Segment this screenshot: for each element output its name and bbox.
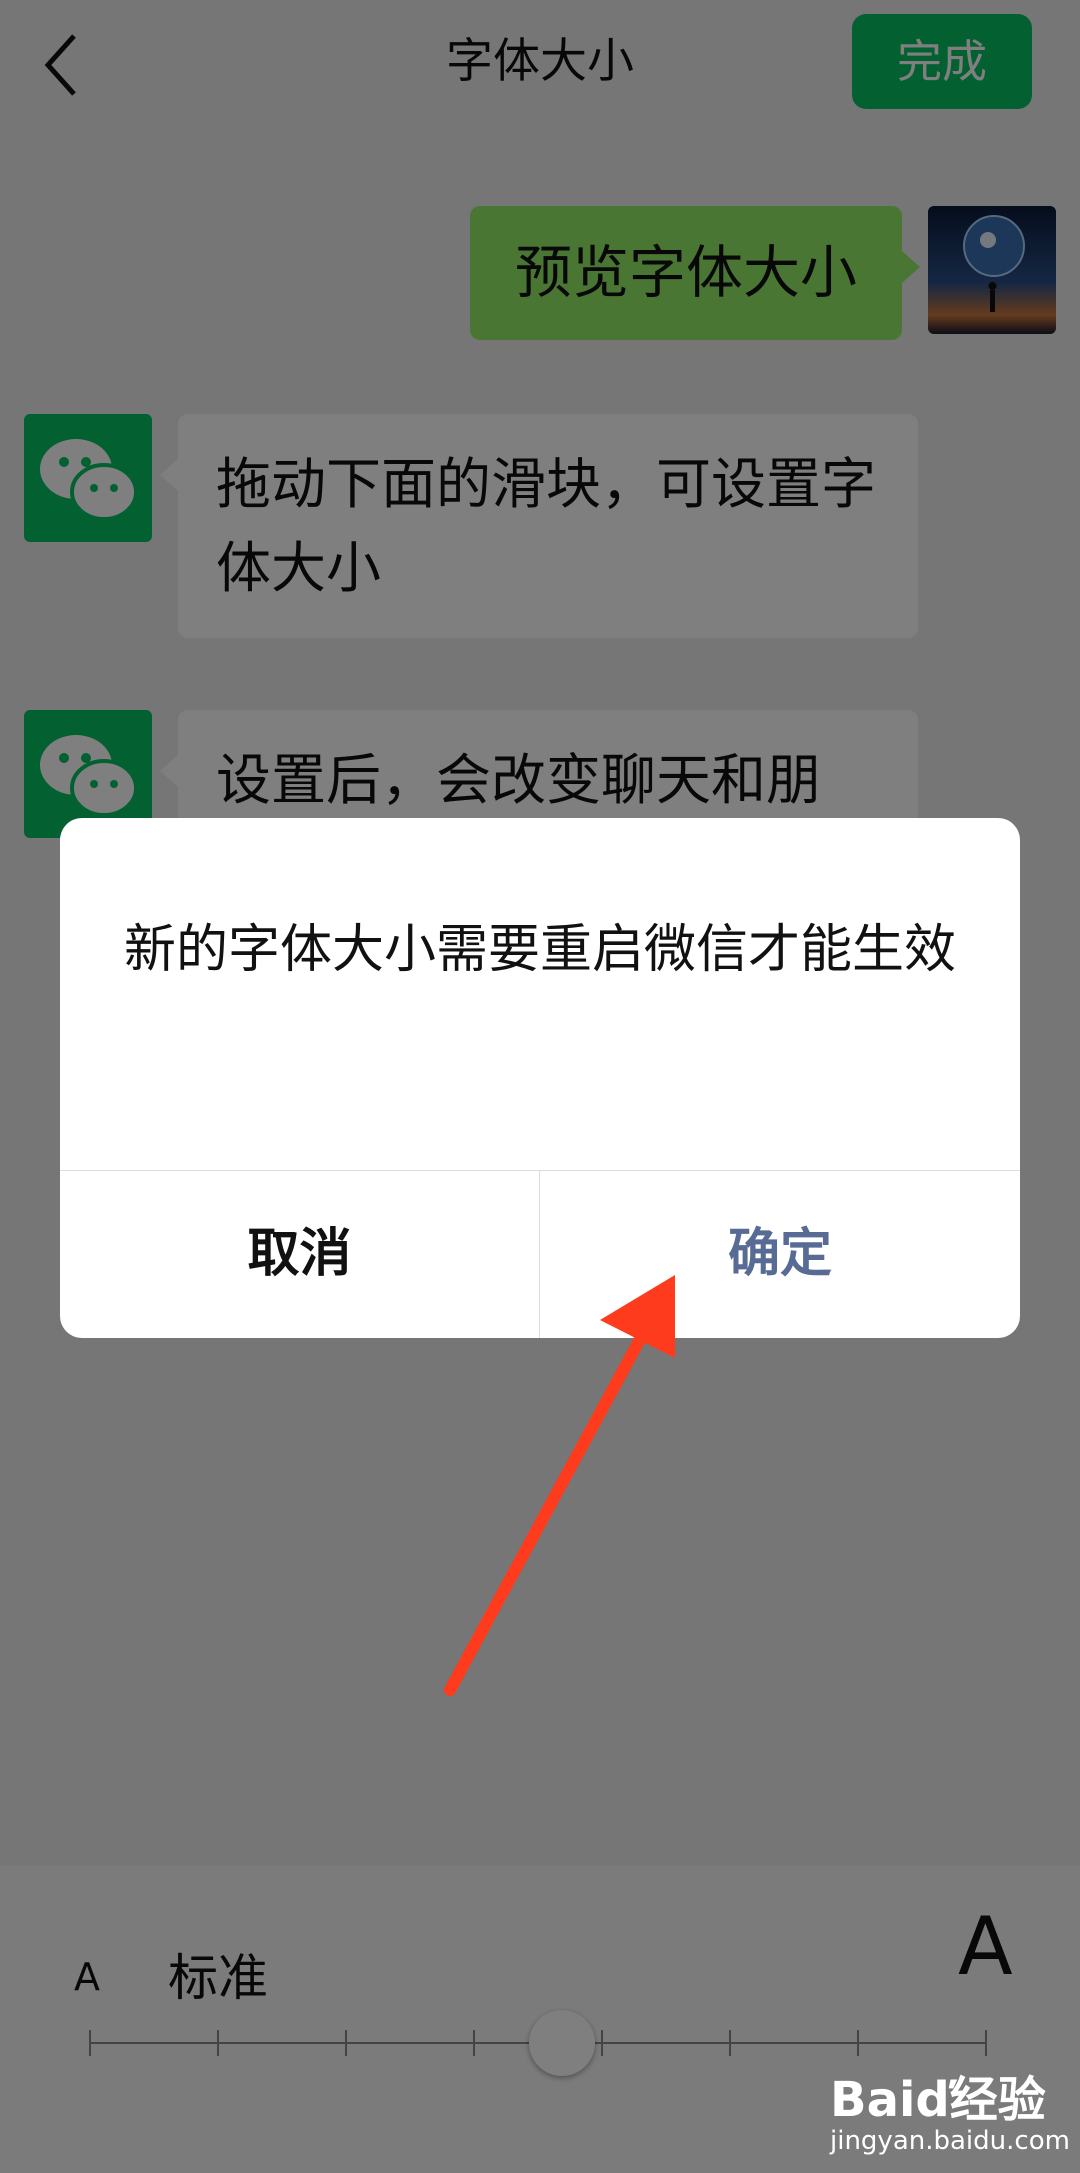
cancel-button[interactable]: 取消 [60,1171,539,1338]
watermark-url: jingyan.baidu.com [830,2126,1070,2156]
dialog-message: 新的字体大小需要重启微信才能生效 [123,920,956,980]
watermark-logo: Baiď经验 [830,2072,1046,2128]
restart-dialog: 新的字体大小需要重启微信才能生效 取消 确定 [60,818,1020,1338]
baidu-watermark: Baiď经验 jingyan.baidu.com [830,2060,1070,2170]
confirm-button[interactable]: 确定 [540,1171,1020,1338]
